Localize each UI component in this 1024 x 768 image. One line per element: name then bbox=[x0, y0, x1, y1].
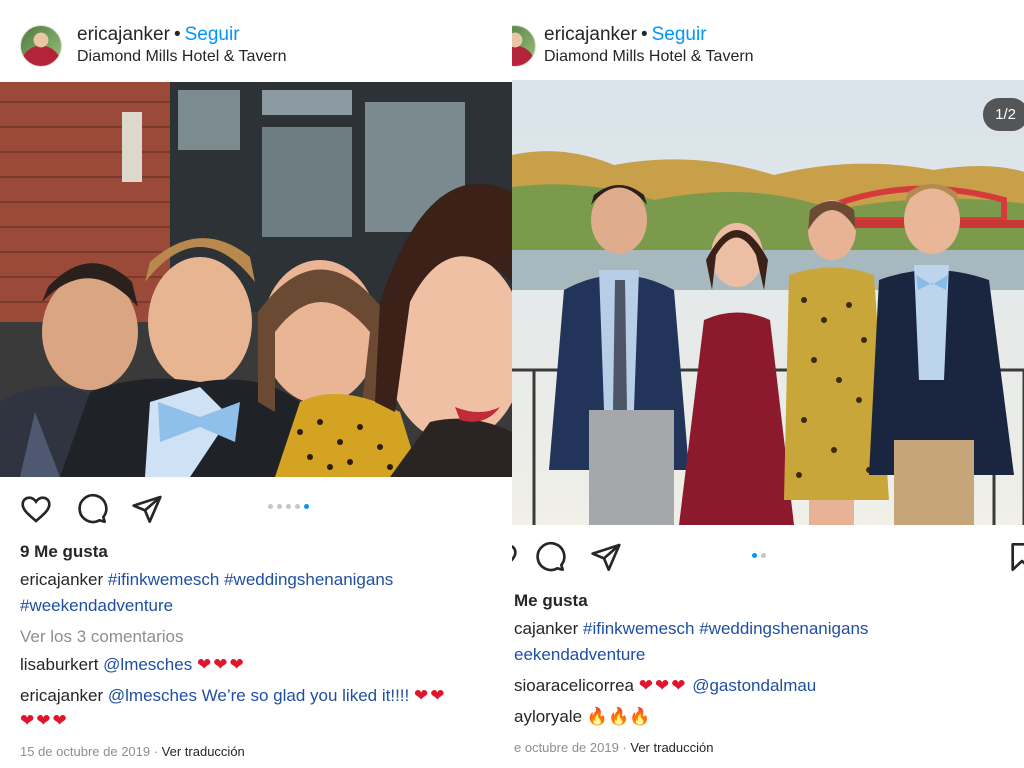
heart-icon[interactable] bbox=[20, 493, 52, 525]
caption: cajanker #ifinkwemesch #weddingshenaniga… bbox=[514, 619, 868, 639]
comment-row: ericajanker @lmesches We’re so glad you … bbox=[20, 686, 446, 706]
translate-link[interactable]: Ver traducción bbox=[630, 740, 713, 755]
header-username-line: ericajanker • Seguir bbox=[77, 24, 240, 46]
share-icon[interactable] bbox=[131, 493, 163, 525]
likes-count[interactable]: 9 Me gusta bbox=[20, 542, 108, 562]
action-bar bbox=[512, 540, 1024, 580]
comment-row: lisaburkert @lmesches ❤❤❤ bbox=[20, 655, 246, 675]
post-photo[interactable] bbox=[512, 80, 1024, 525]
caption-hashtags[interactable]: #ifinkwemesch #weddingshenanigans bbox=[583, 619, 868, 638]
header-username-line: ericajanker • Seguir bbox=[544, 24, 707, 46]
bookmark-icon[interactable] bbox=[1006, 541, 1024, 573]
avatar[interactable] bbox=[512, 25, 536, 67]
comment-icon[interactable] bbox=[76, 493, 108, 525]
comment-mention[interactable]: @lmesches bbox=[103, 655, 192, 674]
post-header: ericajanker • Seguir Diamond Mills Hotel &… bbox=[512, 0, 1024, 80]
comment-row: sioaracelicorrea ❤❤❤ @gastondalmau bbox=[514, 676, 816, 696]
carousel-indicator bbox=[752, 553, 766, 558]
share-icon[interactable] bbox=[590, 541, 622, 573]
comment-username[interactable]: ayloryale bbox=[514, 707, 582, 726]
comment-text: @lmesches We’re so glad you liked it!!!! bbox=[107, 686, 410, 705]
caption: ericajanker #ifinkwemesch #weddingshenan… bbox=[20, 570, 393, 590]
comment-row: ayloryale 🔥🔥🔥 bbox=[514, 707, 650, 727]
post-meta: e octubre de 2019 · Ver traducción bbox=[514, 740, 714, 755]
caption-hashtag-line2[interactable]: #weekendadventure bbox=[20, 596, 173, 616]
separator-dot: • bbox=[640, 24, 648, 45]
comment-emoji: ❤❤ bbox=[413, 686, 447, 705]
comment-emoji: 🔥🔥🔥 bbox=[586, 707, 651, 726]
carousel-indicator bbox=[268, 504, 309, 509]
post-left: ericajanker • Seguir Diamond Mills Hotel &… bbox=[0, 0, 512, 768]
follow-button[interactable]: Seguir bbox=[185, 24, 240, 45]
caption-username[interactable]: ericajanker bbox=[20, 570, 103, 589]
location-link[interactable]: Diamond Mills Hotel & Tavern bbox=[544, 48, 754, 66]
comment-emoji: ❤❤❤ bbox=[638, 676, 688, 695]
post-date: 15 de octubre de 2019 bbox=[20, 744, 151, 759]
follow-button[interactable]: Seguir bbox=[652, 24, 707, 45]
post-right: ericajanker • Seguir Diamond Mills Hotel &… bbox=[512, 0, 1024, 768]
post-date: e octubre de 2019 bbox=[514, 740, 619, 755]
comment-emoji: ❤❤❤ bbox=[196, 655, 246, 674]
comment-username[interactable]: ericajanker bbox=[20, 686, 103, 705]
action-bar bbox=[0, 490, 512, 530]
heart-icon[interactable] bbox=[512, 541, 518, 573]
likes-count[interactable]: Me gusta bbox=[514, 591, 588, 611]
translate-link[interactable]: Ver traducción bbox=[162, 744, 245, 759]
carousel-counter: 1/2 bbox=[983, 98, 1024, 131]
location-link[interactable]: Diamond Mills Hotel & Tavern bbox=[77, 48, 287, 66]
caption-hashtags[interactable]: #ifinkwemesch #weddingshenanigans bbox=[108, 570, 393, 589]
comment-username[interactable]: lisaburkert bbox=[20, 655, 98, 674]
post-header: ericajanker • Seguir Diamond Mills Hotel &… bbox=[0, 0, 512, 80]
separator-dot: • bbox=[173, 24, 181, 45]
avatar[interactable] bbox=[20, 25, 62, 67]
username-link[interactable]: ericajanker bbox=[544, 24, 637, 45]
post-meta: 15 de octubre de 2019 · Ver traducción bbox=[20, 744, 245, 759]
post-photo[interactable] bbox=[0, 82, 512, 477]
comment-icon[interactable] bbox=[534, 541, 566, 573]
caption-hashtag-line2[interactable]: eekendadventure bbox=[514, 645, 645, 665]
view-comments-link[interactable]: Ver los 3 comentarios bbox=[20, 627, 183, 647]
username-link[interactable]: ericajanker bbox=[77, 24, 170, 45]
comment-emoji-continued: ❤❤❤ bbox=[20, 711, 69, 730]
comment-mention[interactable]: @gastondalmau bbox=[692, 676, 816, 695]
comment-username[interactable]: sioaracelicorrea bbox=[514, 676, 634, 695]
caption-username[interactable]: cajanker bbox=[514, 619, 578, 638]
